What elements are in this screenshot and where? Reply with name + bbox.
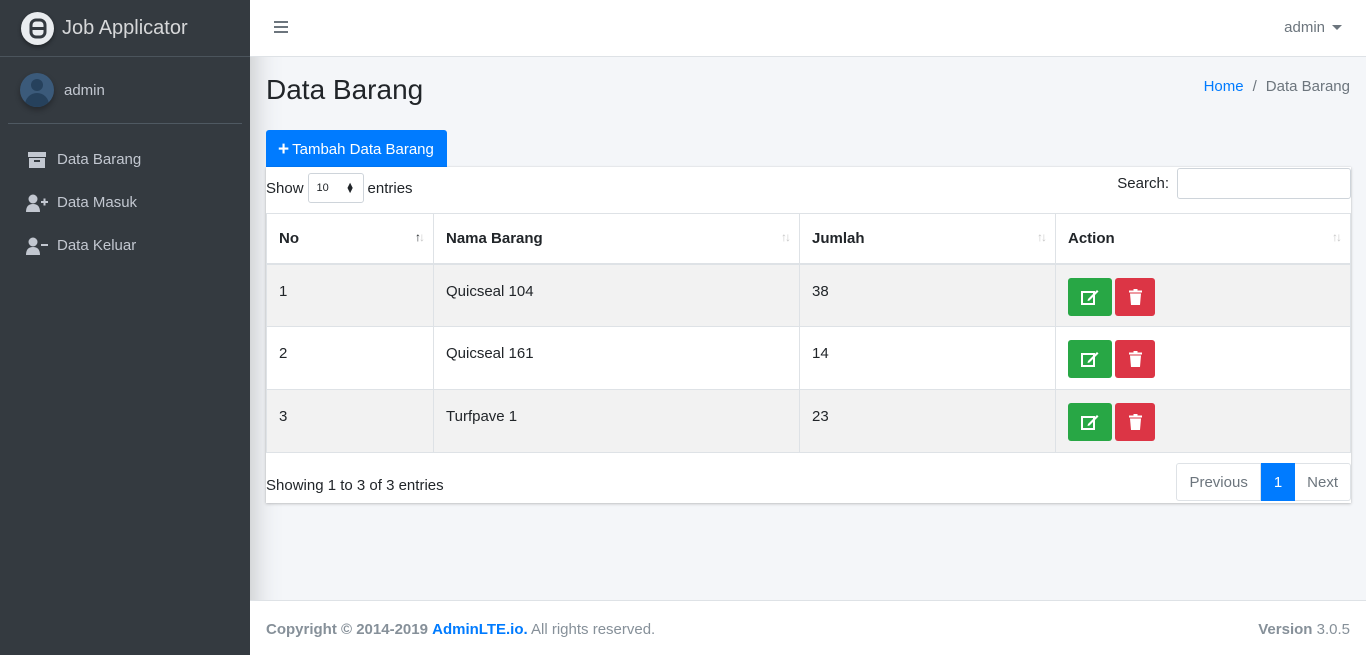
- add-button-label: Tambah Data Barang: [292, 140, 434, 158]
- plus-icon: +: [278, 138, 290, 160]
- pagination-page-1[interactable]: 1: [1260, 463, 1296, 501]
- rights-text: All rights reserved.: [531, 621, 656, 638]
- cell-action: [1055, 389, 1351, 453]
- table-row: 2 Quicseal 161 14: [266, 326, 1351, 390]
- brand-title: Job Applicator: [62, 16, 188, 39]
- edit-button[interactable]: [1068, 277, 1112, 316]
- version-label: Version: [1258, 621, 1313, 638]
- page-title: Data Barang: [266, 74, 424, 105]
- sort-icon: ↑↓: [1037, 230, 1047, 244]
- footer-copyright: Copyright © 2014-2019 AdminLTE.io. All r…: [266, 621, 655, 638]
- select-arrows-icon: ▲ ▼: [345, 180, 355, 195]
- cell-no: 2: [266, 326, 434, 390]
- cell-jumlah: 38: [799, 263, 1056, 327]
- sidebar-nav: Data Barang Data Masuk Data Keluar: [0, 124, 250, 267]
- user-dropdown-label: admin: [1284, 19, 1325, 36]
- table-search: Search:: [1117, 168, 1351, 199]
- trash-icon: [1128, 288, 1142, 305]
- chevron-down-icon: [1332, 25, 1342, 30]
- sidebar-item-label: Data Barang: [57, 151, 142, 168]
- edit-button[interactable]: [1068, 403, 1112, 441]
- app-logo-icon: [21, 11, 54, 45]
- show-label: Show: [266, 179, 304, 197]
- edit-icon: [1081, 415, 1099, 430]
- top-navbar: admin: [250, 0, 1366, 57]
- page-length-control: Show 10 ▲ ▼ entries: [266, 173, 413, 203]
- table-row: 1 Quicseal 104 38: [266, 263, 1351, 327]
- cell-action: [1055, 326, 1351, 390]
- column-header-action[interactable]: Action ↑↓: [1055, 213, 1351, 265]
- add-data-barang-button[interactable]: + Tambah Data Barang: [266, 130, 447, 168]
- cell-jumlah: 23: [799, 389, 1056, 453]
- table-header-row: No ↑↓ Nama Barang ↑↓ Jumlah ↑↓ Action ↑↓: [266, 213, 1351, 265]
- cell-action: [1055, 263, 1351, 327]
- footer-version: Version 3.0.5: [1258, 621, 1350, 638]
- sidebar-item-data-masuk[interactable]: Data Masuk: [0, 181, 250, 224]
- data-table: No ↑↓ Nama Barang ↑↓ Jumlah ↑↓ Action ↑↓: [266, 213, 1351, 453]
- archive-icon: [26, 151, 48, 169]
- column-header-jumlah[interactable]: Jumlah ↑↓: [799, 213, 1056, 265]
- pagination: Previous 1 Next: [1176, 463, 1351, 501]
- edit-icon: [1081, 352, 1099, 367]
- copyright-text: Copyright © 2014-2019: [266, 621, 428, 638]
- delete-button[interactable]: [1115, 340, 1155, 378]
- menu-toggle-icon[interactable]: [274, 21, 288, 35]
- entries-label: entries: [367, 179, 413, 197]
- pagination-next[interactable]: Next: [1295, 463, 1351, 501]
- sort-icon: ↑↓: [1332, 230, 1342, 244]
- main-footer: Copyright © 2014-2019 AdminLTE.io. All r…: [250, 600, 1366, 655]
- sort-icon: ↑↓: [781, 230, 791, 244]
- sidebar-item-data-barang[interactable]: Data Barang: [0, 138, 250, 181]
- cell-nama-barang: Quicseal 161: [433, 326, 800, 390]
- search-label: Search:: [1117, 175, 1169, 192]
- cell-no: 1: [266, 263, 434, 327]
- sidebar-item-label: Data Keluar: [57, 237, 137, 254]
- breadcrumb-separator: /: [1252, 78, 1257, 95]
- trash-icon: [1128, 414, 1142, 430]
- pagination-previous[interactable]: Previous: [1176, 463, 1261, 501]
- user-panel[interactable]: admin: [8, 57, 242, 124]
- column-header-nama-barang[interactable]: Nama Barang ↑↓: [433, 213, 800, 265]
- user-dropdown[interactable]: admin: [1284, 19, 1342, 36]
- cell-nama-barang: Turfpave 1: [433, 389, 800, 453]
- edit-icon: [1081, 289, 1099, 305]
- search-input[interactable]: [1177, 168, 1351, 199]
- trash-icon: [1128, 351, 1142, 367]
- avatar: [20, 73, 54, 107]
- footer-adminlte-link[interactable]: AdminLTE.io.: [432, 621, 528, 638]
- main-sidebar: Job Applicator admin Data Barang Data Ma…: [0, 0, 250, 655]
- edit-button[interactable]: [1068, 340, 1112, 378]
- column-header-no[interactable]: No ↑↓: [266, 213, 434, 265]
- sort-asc-icon: ↑↓: [415, 230, 425, 244]
- brand-link[interactable]: Job Applicator: [0, 0, 250, 57]
- page-length-select[interactable]: 10 ▲ ▼: [307, 173, 364, 203]
- version-number: 3.0.5: [1316, 621, 1350, 638]
- user-panel-name: admin: [64, 81, 105, 99]
- delete-button[interactable]: [1115, 277, 1155, 316]
- breadcrumb-current: Data Barang: [1265, 78, 1350, 95]
- cell-no: 3: [266, 389, 434, 453]
- breadcrumb: Home / Data Barang: [1204, 78, 1350, 95]
- sidebar-item-data-keluar[interactable]: Data Keluar: [0, 224, 250, 267]
- data-table-card: Show 10 ▲ ▼ entries Search: No ↑↓ Nama Ba…: [266, 167, 1351, 503]
- delete-button[interactable]: [1115, 403, 1155, 441]
- table-row: 3 Turfpave 1 23: [266, 389, 1351, 453]
- breadcrumb-home-link[interactable]: Home: [1204, 78, 1244, 95]
- cell-jumlah: 14: [799, 326, 1056, 390]
- table-info: Showing 1 to 3 of 3 entries: [266, 477, 444, 494]
- content-wrapper: Data Barang Home / Data Barang + Tambah …: [250, 57, 1366, 600]
- user-minus-icon: [26, 237, 48, 255]
- sidebar-item-label: Data Masuk: [57, 194, 138, 211]
- cell-nama-barang: Quicseal 104: [433, 263, 800, 327]
- page-length-value: 10: [316, 182, 329, 194]
- user-plus-icon: [26, 194, 48, 212]
